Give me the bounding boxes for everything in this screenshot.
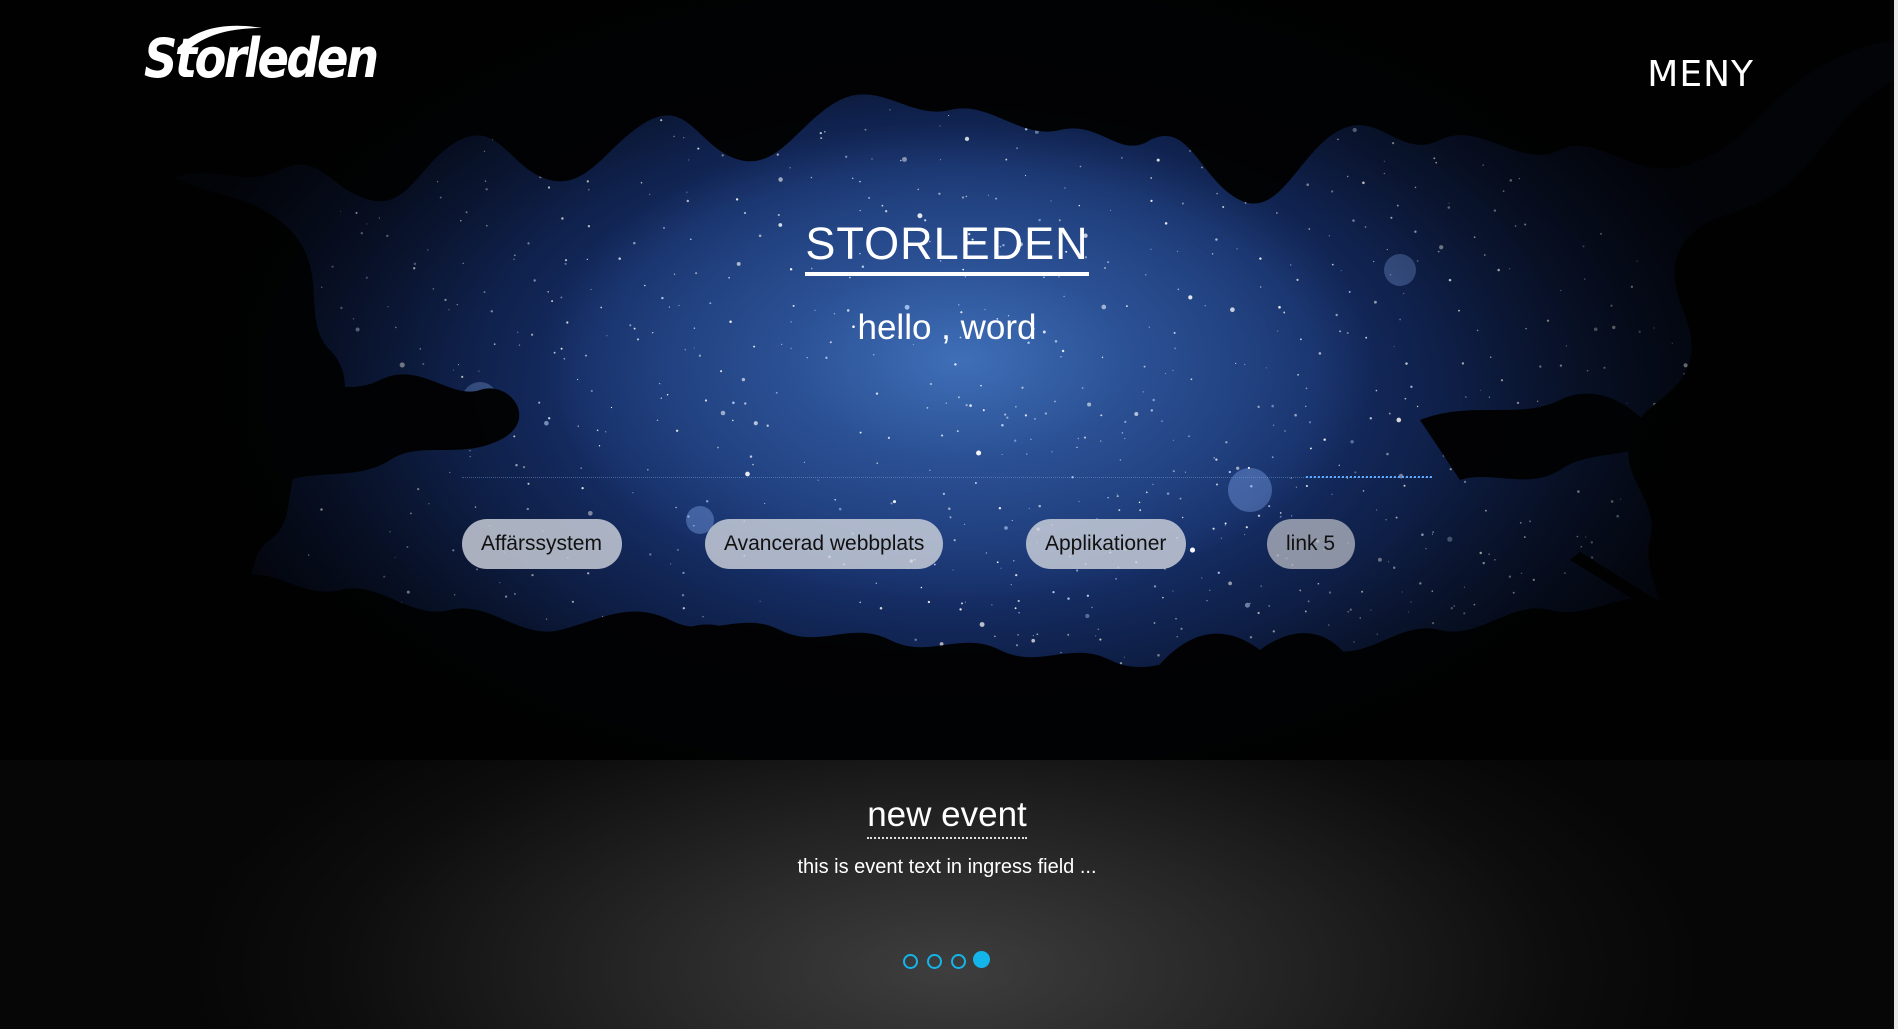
event-text: this is event text in ingress field ... — [797, 856, 1097, 878]
carousel-dot-4-active[interactable] — [973, 951, 990, 968]
hero-title: STORLEDEN — [0, 218, 1894, 276]
hero-section: Storleden MENY STORLEDEN hello , word Af… — [0, 0, 1894, 760]
link-avancerad-webbplats[interactable]: Avancerad webbplats — [705, 519, 943, 569]
carousel-indicators — [903, 951, 1003, 971]
event-title-link[interactable]: new event — [867, 795, 1027, 839]
logo-text: Storleden — [144, 27, 379, 90]
menu-button[interactable]: MENY — [1647, 54, 1754, 95]
hero-divider — [462, 477, 1432, 478]
page: Storleden MENY STORLEDEN hello , word Af… — [0, 0, 1898, 1029]
carousel-dot-3[interactable] — [951, 954, 966, 969]
carousel-dot-1[interactable] — [903, 954, 918, 969]
tree-silhouette-image — [0, 0, 1894, 760]
link-5[interactable]: link 5 — [1267, 519, 1355, 569]
hero-title-text: STORLEDEN — [805, 218, 1089, 276]
hero-divider-accent — [1306, 476, 1432, 478]
link-applikationer[interactable]: Applikationer — [1026, 519, 1186, 569]
scrollbar-track[interactable] — [1894, 0, 1898, 1029]
hero-subtitle: hello , word — [857, 308, 1037, 347]
event-section: new event this is event text in ingress … — [0, 760, 1894, 1029]
link-affarssystem[interactable]: Affärssystem — [462, 519, 622, 569]
event-title: new event — [0, 795, 1894, 839]
carousel-dot-2[interactable] — [927, 954, 942, 969]
logo[interactable]: Storleden — [140, 22, 380, 102]
